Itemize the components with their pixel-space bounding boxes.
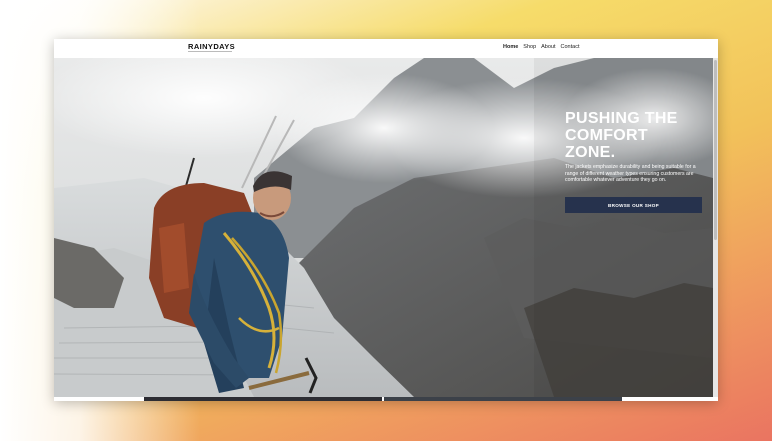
site-logo[interactable]: RAINYDAYS (188, 42, 235, 51)
content-card-edge (384, 397, 622, 401)
hero-title-line: COMFORT (565, 127, 648, 144)
hero-description: The jackets emphasize durability and bei… (565, 164, 696, 184)
scrollbar-thumb[interactable] (714, 60, 717, 240)
nav-link-contact[interactable]: Contact (561, 44, 580, 50)
hero-copy: PUSHING THE COMFORT ZONE. The jackets em… (565, 110, 713, 184)
nav-link-home[interactable]: Home (503, 44, 518, 50)
next-section-peek (54, 397, 718, 401)
main-nav: Home Shop About Contact (503, 44, 579, 50)
nav-link-shop[interactable]: Shop (523, 44, 536, 50)
hero-title: PUSHING THE COMFORT ZONE. (565, 110, 713, 161)
hero-title-line: PUSHING THE (565, 110, 678, 127)
hero-photo (54, 58, 713, 397)
browser-window: RAINYDAYS Home Shop About Contact PUSHIN… (54, 39, 718, 401)
site-header: RAINYDAYS Home Shop About Contact (54, 39, 718, 58)
hero-section: PUSHING THE COMFORT ZONE. The jackets em… (54, 58, 713, 397)
hero-title-line: ZONE. (565, 144, 616, 161)
browse-shop-button[interactable]: BROWSE OUR SHOP (565, 197, 702, 213)
nav-link-about[interactable]: About (541, 44, 555, 50)
logo-underline (188, 51, 232, 52)
content-card-edge (144, 397, 382, 401)
